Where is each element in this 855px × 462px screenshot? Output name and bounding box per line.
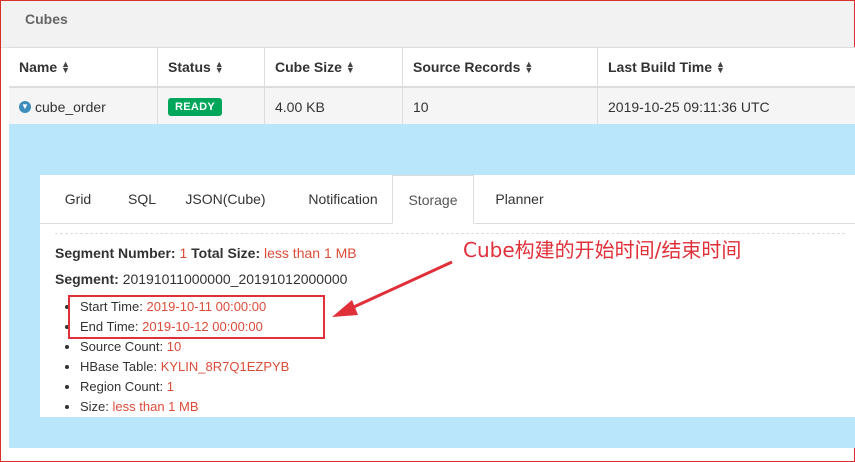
- annotation-arrow: [332, 260, 453, 317]
- annotation-text: Cube构建的开始时间/结束时间: [463, 238, 742, 262]
